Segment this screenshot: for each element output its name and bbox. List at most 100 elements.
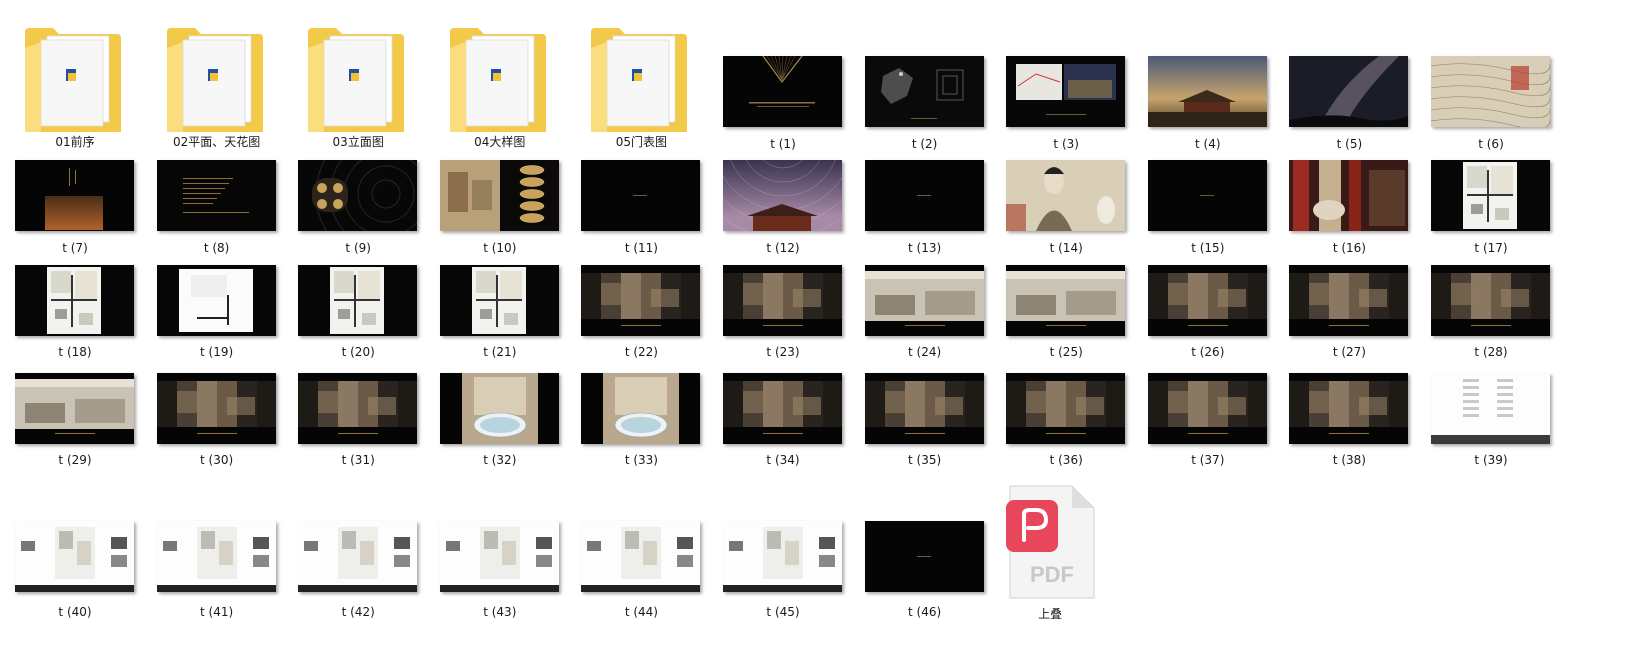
file-thumbnail [1289, 265, 1409, 336]
file-item[interactable]: t (35) [864, 369, 985, 475]
file-label: t (40) [58, 605, 92, 619]
file-item[interactable]: t (21) [439, 261, 560, 367]
thumbnail-image [723, 373, 842, 444]
file-item[interactable]: t (3) [1006, 52, 1126, 159]
file-thumbnail [723, 521, 842, 592]
file-thumbnail [864, 265, 984, 336]
file-item[interactable]: t (2) [864, 52, 985, 159]
file-label: t (32) [483, 453, 517, 467]
folder-item[interactable]: 05门表图 [567, 10, 715, 149]
file-item[interactable]: t (17) [1431, 156, 1551, 263]
file-item[interactable]: t (13) [864, 156, 985, 263]
folder-label: 01前序 [55, 135, 95, 149]
file-item[interactable]: t (11) [581, 156, 701, 263]
file-label: t (17) [1474, 241, 1508, 255]
file-label: t (24) [908, 345, 942, 359]
file-label: t (27) [1332, 345, 1366, 359]
thumbnail-image [1147, 56, 1267, 127]
file-item[interactable]: t (44) [581, 517, 701, 627]
file-item[interactable]: t (29) [15, 369, 135, 475]
file-label: t (31) [341, 453, 375, 467]
folder-label: 04大样图 [474, 135, 526, 149]
file-item[interactable]: t (36) [1006, 369, 1126, 475]
file-item[interactable]: t (19) [156, 261, 277, 367]
folder-item[interactable]: 02平面、天花图 [143, 10, 291, 149]
thumbnail-image [15, 265, 134, 336]
file-item[interactable]: t (16) [1289, 156, 1409, 263]
file-thumbnail [581, 373, 701, 444]
thumbnail-image [156, 373, 276, 444]
file-thumbnail [864, 160, 984, 231]
file-item[interactable]: t (8) [156, 156, 277, 263]
thumbnail-image [298, 373, 418, 444]
file-item[interactable]: t (1) [723, 52, 843, 159]
file-thumbnail [1289, 373, 1409, 444]
file-item[interactable]: t (38) [1289, 369, 1409, 475]
file-item[interactable]: t (41) [156, 517, 277, 627]
file-thumbnail [1006, 373, 1126, 444]
file-thumbnail [298, 521, 418, 592]
file-item[interactable]: t (39) [1431, 369, 1551, 475]
file-item[interactable]: t (5) [1289, 52, 1409, 159]
file-label: t (43) [483, 605, 517, 619]
file-item[interactable]: t (22) [581, 261, 701, 367]
file-item[interactable]: t (46) [864, 517, 985, 627]
file-label: t (45) [766, 605, 800, 619]
file-item[interactable]: t (34) [723, 369, 843, 475]
file-item[interactable]: t (43) [439, 517, 560, 627]
file-item[interactable]: t (27) [1289, 261, 1409, 367]
file-item[interactable]: t (40) [15, 517, 135, 627]
file-thumbnail [1431, 160, 1550, 231]
thumbnail-image [1147, 160, 1267, 231]
file-thumbnail [1289, 56, 1409, 127]
file-item[interactable]: t (24) [864, 261, 985, 367]
thumbnail-image [1431, 265, 1550, 336]
file-label: t (36) [1049, 453, 1083, 467]
file-item[interactable]: t (7) [15, 156, 135, 263]
file-thumbnail [1006, 160, 1126, 231]
file-item[interactable]: t (20) [298, 261, 418, 367]
file-label: t (35) [908, 453, 942, 467]
thumbnail-image [15, 160, 134, 231]
file-thumbnail [723, 373, 842, 444]
file-item[interactable]: t (25) [1006, 261, 1126, 367]
folder-item[interactable]: 04大样图 [426, 10, 574, 149]
file-label: t (21) [483, 345, 517, 359]
file-label: t (33) [624, 453, 658, 467]
file-item[interactable]: t (14) [1006, 156, 1126, 263]
file-thumbnail [723, 56, 842, 127]
thumbnail-image [581, 265, 701, 336]
file-thumbnail [1431, 373, 1550, 444]
file-label: t (20) [341, 345, 375, 359]
file-item[interactable]: t (4) [1147, 52, 1268, 159]
file-item[interactable]: t (6) [1431, 52, 1551, 159]
file-item[interactable]: t (30) [156, 369, 277, 475]
pdf-file-item[interactable]: PDF 上叠 [992, 476, 1140, 626]
file-item[interactable]: t (42) [298, 517, 418, 627]
file-label: t (7) [62, 241, 88, 255]
file-item[interactable]: t (15) [1147, 156, 1268, 263]
file-item[interactable]: t (10) [439, 156, 560, 263]
folder-icon [25, 28, 121, 132]
file-item[interactable]: t (26) [1147, 261, 1268, 367]
folder-item[interactable]: 01前序 [1, 10, 149, 149]
file-item[interactable]: t (32) [439, 369, 560, 475]
file-item[interactable]: t (18) [15, 261, 135, 367]
file-item[interactable]: t (9) [298, 156, 418, 263]
file-item[interactable]: t (23) [723, 261, 843, 367]
file-label: t (14) [1049, 241, 1083, 255]
file-item[interactable]: t (12) [723, 156, 843, 263]
file-label: t (18) [58, 345, 92, 359]
file-item[interactable]: t (37) [1147, 369, 1268, 475]
file-item[interactable]: t (28) [1431, 261, 1551, 367]
thumbnail-image [1289, 160, 1409, 231]
thumbnail-image [1006, 373, 1126, 444]
file-label: t (11) [624, 241, 658, 255]
file-item[interactable]: t (31) [298, 369, 418, 475]
file-thumbnail [864, 373, 984, 444]
folder-item[interactable]: 03立面图 [284, 10, 432, 149]
file-label: t (5) [1336, 137, 1363, 151]
file-item[interactable]: t (45) [723, 517, 843, 627]
file-item[interactable]: t (33) [581, 369, 701, 475]
file-label: t (29) [58, 453, 92, 467]
